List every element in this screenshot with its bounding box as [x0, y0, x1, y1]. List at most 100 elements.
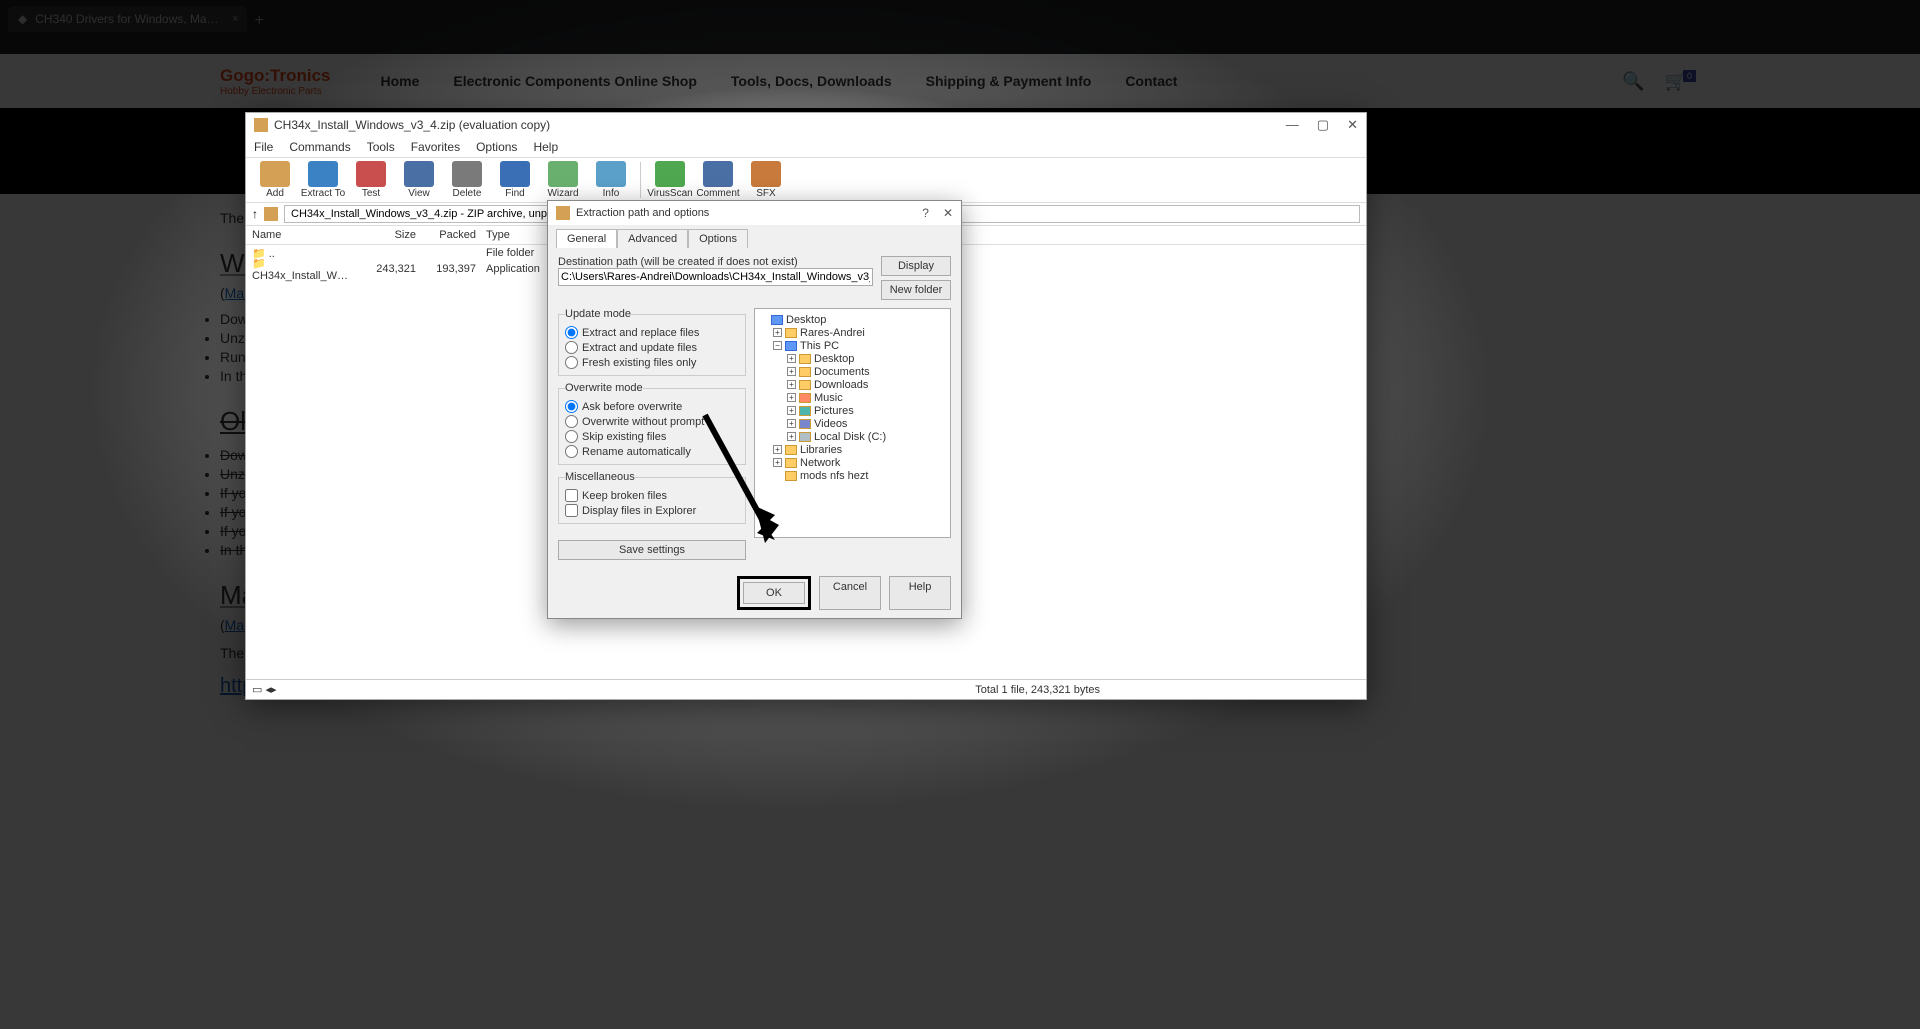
tree-item[interactable]: +Downloads: [759, 378, 946, 391]
save-settings-button[interactable]: Save settings: [558, 540, 746, 560]
tool-virusscan[interactable]: VirusScan: [647, 161, 693, 199]
tree-item[interactable]: mods nfs hezt: [759, 469, 946, 482]
new-folder-button[interactable]: New folder: [881, 280, 951, 300]
logo[interactable]: Gogo:Tronics Hobby Electronic Parts: [220, 66, 331, 97]
menu-help[interactable]: Help: [533, 140, 558, 154]
logo-text: Gogo:Tronics: [220, 66, 331, 85]
nav-contact[interactable]: Contact: [1125, 73, 1177, 89]
tool-add[interactable]: Add: [252, 161, 298, 199]
extraction-dialog: Extraction path and options ? ✕ General …: [547, 200, 962, 619]
logo-subtitle: Hobby Electronic Parts: [220, 86, 331, 97]
display-button[interactable]: Display: [881, 256, 951, 276]
tab-options[interactable]: Options: [688, 229, 748, 248]
tab-advanced[interactable]: Advanced: [617, 229, 688, 248]
search-icon[interactable]: 🔍: [1622, 71, 1644, 92]
app-icon: [254, 118, 268, 132]
tool-extract-to[interactable]: Extract To: [300, 161, 346, 199]
nav-shop[interactable]: Electronic Components Online Shop: [453, 73, 696, 89]
menu-favorites[interactable]: Favorites: [411, 140, 460, 154]
folder-tree[interactable]: Desktop+Rares-Andrei−This PC+Desktop+Doc…: [754, 308, 951, 538]
site-header: Gogo:Tronics Hobby Electronic Parts Home…: [0, 54, 1920, 108]
dest-label: Destination path (will be created if doe…: [558, 256, 873, 268]
radio-extract-update[interactable]: Extract and update files: [565, 341, 739, 354]
misc-group: Miscellaneous Keep broken files Display …: [558, 471, 746, 524]
tree-item[interactable]: +Local Disk (C:): [759, 430, 946, 443]
window-title: CH34x_Install_Windows_v3_4.zip (evaluati…: [274, 118, 550, 132]
tree-item[interactable]: +Rares-Andrei: [759, 326, 946, 339]
destination-input[interactable]: [558, 268, 873, 286]
col-type[interactable]: Type: [476, 229, 510, 241]
tree-item[interactable]: +Libraries: [759, 443, 946, 456]
dialog-title: Extraction path and options: [576, 207, 709, 219]
dialog-tabs: General Advanced Options: [548, 225, 961, 248]
browser-tab[interactable]: ◆ CH340 Drivers for Windows, Ma… ×: [8, 6, 247, 32]
close-icon[interactable]: ×: [232, 13, 238, 25]
tab-favicon: ◆: [18, 12, 27, 26]
archive-icon: [264, 207, 278, 221]
menu-file[interactable]: File: [254, 140, 273, 154]
tool-delete[interactable]: Delete: [444, 161, 490, 199]
maximize-icon[interactable]: ▢: [1317, 117, 1329, 133]
group-title: Update mode: [565, 308, 631, 320]
tree-item[interactable]: +Pictures: [759, 404, 946, 417]
menu-commands[interactable]: Commands: [289, 140, 350, 154]
cart-badge: 0: [1683, 70, 1696, 82]
tree-item[interactable]: +Documents: [759, 365, 946, 378]
chk-display-explorer[interactable]: Display files in Explorer: [565, 504, 739, 517]
cart-icon[interactable]: 🛒0: [1665, 71, 1700, 92]
tool-find[interactable]: Find: [492, 161, 538, 199]
ok-button[interactable]: OK: [743, 582, 805, 604]
tool-wizard[interactable]: Wizard: [540, 161, 586, 199]
tree-item[interactable]: +Network: [759, 456, 946, 469]
tree-item[interactable]: +Desktop: [759, 352, 946, 365]
main-nav: Home Electronic Components Online Shop T…: [381, 73, 1178, 89]
help-icon[interactable]: ?: [922, 206, 929, 220]
tree-item[interactable]: Desktop: [759, 313, 946, 326]
new-tab-button[interactable]: +: [255, 12, 264, 30]
group-title: Overwrite mode: [565, 382, 643, 394]
tool-view[interactable]: View: [396, 161, 442, 199]
cancel-button[interactable]: Cancel: [819, 576, 881, 610]
tree-item[interactable]: +Videos: [759, 417, 946, 430]
help-button[interactable]: Help: [889, 576, 951, 610]
status-left: ▭ ◂▸: [252, 683, 277, 696]
radio-overwrite-noprompt[interactable]: Overwrite without prompt: [565, 415, 739, 428]
statusbar: ▭ ◂▸ Total 1 file, 243,321 bytes: [246, 679, 1366, 699]
dialog-footer: OK Cancel Help: [548, 568, 961, 618]
tree-item[interactable]: +Music: [759, 391, 946, 404]
radio-ask-overwrite[interactable]: Ask before overwrite: [565, 400, 739, 413]
tool-test[interactable]: Test: [348, 161, 394, 199]
menu-options[interactable]: Options: [476, 140, 517, 154]
tab-title: CH340 Drivers for Windows, Ma…: [35, 12, 218, 26]
radio-fresh-only[interactable]: Fresh existing files only: [565, 356, 739, 369]
nav-shipping[interactable]: Shipping & Payment Info: [926, 73, 1092, 89]
browser-tabstrip: ◆ CH340 Drivers for Windows, Ma… × +: [0, 0, 1920, 54]
tool-info[interactable]: Info: [588, 161, 634, 199]
nav-tools[interactable]: Tools, Docs, Downloads: [731, 73, 892, 89]
close-icon[interactable]: ✕: [1347, 117, 1358, 133]
window-titlebar[interactable]: CH34x_Install_Windows_v3_4.zip (evaluati…: [246, 113, 1366, 137]
overwrite-mode-group: Overwrite mode Ask before overwrite Over…: [558, 382, 746, 465]
up-icon[interactable]: ↑: [252, 207, 258, 221]
radio-extract-replace[interactable]: Extract and replace files: [565, 326, 739, 339]
menubar: File Commands Tools Favorites Options He…: [246, 137, 1366, 157]
update-mode-group: Update mode Extract and replace files Ex…: [558, 308, 746, 376]
toolbar: AddExtract ToTestViewDeleteFindWizardInf…: [246, 157, 1366, 203]
minimize-icon[interactable]: —: [1286, 117, 1299, 133]
dialog-icon: [556, 206, 570, 220]
tree-item[interactable]: −This PC: [759, 339, 946, 352]
status-text: Total 1 file, 243,321 bytes: [975, 684, 1100, 696]
tab-general[interactable]: General: [556, 229, 617, 248]
col-name[interactable]: Name: [246, 229, 356, 241]
close-icon[interactable]: ✕: [943, 206, 953, 220]
tool-comment[interactable]: Comment: [695, 161, 741, 199]
menu-tools[interactable]: Tools: [367, 140, 395, 154]
radio-rename-auto[interactable]: Rename automatically: [565, 445, 739, 458]
col-size[interactable]: Size: [356, 229, 416, 241]
chk-keep-broken[interactable]: Keep broken files: [565, 489, 739, 502]
col-packed[interactable]: Packed: [416, 229, 476, 241]
dialog-titlebar[interactable]: Extraction path and options ? ✕: [548, 201, 961, 225]
nav-home[interactable]: Home: [381, 73, 420, 89]
radio-skip-existing[interactable]: Skip existing files: [565, 430, 739, 443]
tool-sfx[interactable]: SFX: [743, 161, 789, 199]
